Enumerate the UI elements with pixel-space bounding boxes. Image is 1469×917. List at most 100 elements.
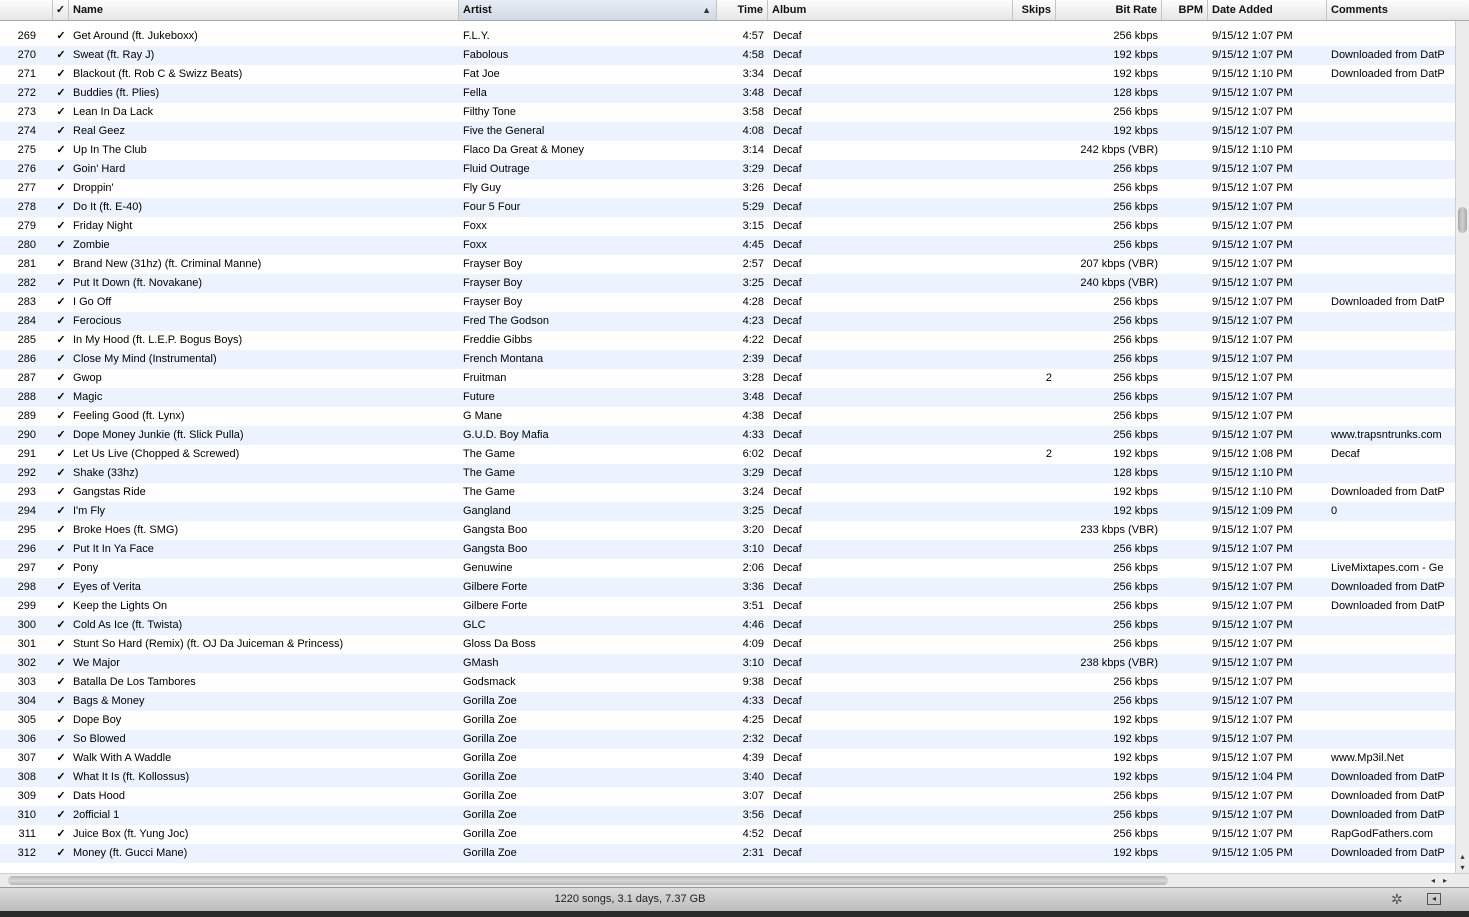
track-checkbox[interactable]: ✓ (53, 350, 69, 369)
table-row[interactable]: 309 ✓ Dats Hood Gorilla Zoe 3:07 Decaf 256 kbp… (0, 787, 1455, 806)
column-header-number[interactable] (0, 0, 53, 20)
track-checkbox[interactable]: ✓ (53, 806, 69, 825)
table-row[interactable]: 277 ✓ Droppin' Fly Guy 3:26 Decaf 256 kbps 9/15… (0, 179, 1455, 198)
table-row[interactable]: 283 ✓ I Go Off Frayser Boy 4:28 Decaf 256 kbps… (0, 293, 1455, 312)
table-row[interactable]: 302 ✓ We Major GMash 3:10 Decaf 238 kbps (VBR)… (0, 654, 1455, 673)
table-row[interactable]: 296 ✓ Put It In Ya Face Gangsta Boo 3:10 Deca… (0, 540, 1455, 559)
table-row[interactable]: 285 ✓ In My Hood (ft. L.E.P. Bogus Boys) Fr… (0, 331, 1455, 350)
table-row[interactable]: 291 ✓ Let Us Live (Chopped & Screwed) The G… (0, 445, 1455, 464)
track-checkbox[interactable]: ✓ (53, 749, 69, 768)
track-checkbox[interactable]: ✓ (53, 730, 69, 749)
scroll-down-icon[interactable]: ▾ (1456, 862, 1469, 873)
track-checkbox[interactable]: ✓ (53, 217, 69, 236)
table-row[interactable]: 280 ✓ Zombie Foxx 4:45 Decaf 256 kbps 9/15/12 1… (0, 236, 1455, 255)
table-row[interactable]: 269 ✓ Get Around (ft. Jukeboxx) F.L.Y. 4:57 D… (0, 27, 1455, 46)
track-checkbox[interactable]: ✓ (53, 540, 69, 559)
column-header-date-added[interactable]: Date Added (1208, 0, 1327, 20)
table-row[interactable]: 273 ✓ Lean In Da Lack Filthy Tone 3:58 Decaf 2… (0, 103, 1455, 122)
track-checkbox[interactable]: ✓ (53, 597, 69, 616)
artwork-toggle-icon[interactable]: ◂ (1427, 893, 1441, 905)
track-checkbox[interactable]: ✓ (53, 445, 69, 464)
scroll-right-icon[interactable]: ▸ (1439, 874, 1451, 887)
table-row[interactable]: 275 ✓ Up In The Club Flaco Da Great & Money… (0, 141, 1455, 160)
table-row[interactable]: 304 ✓ Bags & Money Gorilla Zoe 4:33 Decaf 256 … (0, 692, 1455, 711)
table-row[interactable]: 276 ✓ Goin' Hard Fluid Outrage 3:29 Decaf 256 … (0, 160, 1455, 179)
table-row[interactable]: 305 ✓ Dope Boy Gorilla Zoe 4:25 Decaf 192 kbps… (0, 711, 1455, 730)
table-row[interactable]: 287 ✓ Gwop Fruitman 3:28 Decaf 2 256 kbps 9/15/1… (0, 369, 1455, 388)
table-row[interactable]: 308 ✓ What It Is (ft. Kollossus) Gorilla Zo… (0, 768, 1455, 787)
track-checkbox[interactable]: ✓ (53, 559, 69, 578)
track-checkbox[interactable]: ✓ (53, 103, 69, 122)
track-checkbox[interactable]: ✓ (53, 692, 69, 711)
table-row[interactable]: 299 ✓ Keep the Lights On Gilbere Forte 3:51 D… (0, 597, 1455, 616)
table-row[interactable]: 278 ✓ Do It (ft. E-40) Four 5 Four 5:29 Decaf… (0, 198, 1455, 217)
table-row[interactable]: 281 ✓ Brand New (31hz) (ft. Criminal Manne… (0, 255, 1455, 274)
track-checkbox[interactable]: ✓ (53, 407, 69, 426)
table-row[interactable]: 288 ✓ Magic Future 3:48 Decaf 256 kbps 9/15/12 … (0, 388, 1455, 407)
track-checkbox[interactable]: ✓ (53, 635, 69, 654)
scroll-left-icon[interactable]: ◂ (1427, 874, 1439, 887)
column-header-bit-rate[interactable]: Bit Rate (1056, 0, 1162, 20)
track-checkbox[interactable]: ✓ (53, 825, 69, 844)
column-header-check[interactable]: ✓ (53, 0, 69, 20)
vertical-scroll-thumb[interactable] (1458, 207, 1467, 233)
track-checkbox[interactable]: ✓ (53, 483, 69, 502)
column-header-name[interactable]: Name (69, 0, 459, 20)
track-checkbox[interactable]: ✓ (53, 464, 69, 483)
track-checkbox[interactable]: ✓ (53, 787, 69, 806)
table-row[interactable]: 284 ✓ Ferocious Fred The Godson 4:23 Decaf 256… (0, 312, 1455, 331)
scroll-up-icon[interactable]: ▴ (1456, 851, 1469, 862)
column-header-comments[interactable]: Comments (1327, 0, 1455, 20)
track-checkbox[interactable]: ✓ (53, 578, 69, 597)
track-checkbox[interactable]: ✓ (53, 65, 69, 84)
track-checkbox[interactable]: ✓ (53, 502, 69, 521)
table-row[interactable]: 307 ✓ Walk With A Waddle Gorilla Zoe 4:39 Dec… (0, 749, 1455, 768)
gear-icon[interactable]: ✲ (1391, 891, 1403, 908)
vertical-scrollbar[interactable]: ▴ ▾ (1455, 21, 1469, 873)
table-row[interactable]: 295 ✓ Broke Hoes (ft. SMG) Gangsta Boo 3:20 D… (0, 521, 1455, 540)
track-checkbox[interactable]: ✓ (53, 141, 69, 160)
table-row[interactable]: 286 ✓ Close My Mind (Instrumental) French M… (0, 350, 1455, 369)
track-checkbox[interactable]: ✓ (53, 179, 69, 198)
table-row[interactable]: 271 ✓ Blackout (ft. Rob C & Swizz Beats) Fa… (0, 65, 1455, 84)
track-checkbox[interactable]: ✓ (53, 768, 69, 787)
table-row[interactable]: 274 ✓ Real Geez Five the General 4:08 Decaf 19… (0, 122, 1455, 141)
table-row[interactable]: 310 ✓ 2official 1 Gorilla Zoe 3:56 Decaf 256 k… (0, 806, 1455, 825)
track-checkbox[interactable]: ✓ (53, 331, 69, 350)
track-checkbox[interactable]: ✓ (53, 654, 69, 673)
track-checkbox[interactable]: ✓ (53, 84, 69, 103)
table-row[interactable]: 294 ✓ I'm Fly Gangland 3:25 Decaf 192 kbps 9/15… (0, 502, 1455, 521)
table-row[interactable]: 297 ✓ Pony Genuwine 2:06 Decaf 256 kbps 9/15/12… (0, 559, 1455, 578)
table-row[interactable]: 272 ✓ Buddies (ft. Plies) Fella 3:48 Decaf 128… (0, 84, 1455, 103)
track-checkbox[interactable]: ✓ (53, 293, 69, 312)
horizontal-scrollbar[interactable]: ◂ ▸ (0, 873, 1469, 887)
table-row[interactable]: 290 ✓ Dope Money Junkie (ft. Slick Pulla) G… (0, 426, 1455, 445)
track-checkbox[interactable]: ✓ (53, 46, 69, 65)
track-checkbox[interactable]: ✓ (53, 844, 69, 863)
table-row[interactable]: 311 ✓ Juice Box (ft. Yung Joc) Gorilla Zoe 4… (0, 825, 1455, 844)
track-checkbox[interactable]: ✓ (53, 198, 69, 217)
column-header-bpm[interactable]: BPM (1162, 0, 1208, 20)
column-header-time[interactable]: Time (717, 0, 768, 20)
table-row[interactable]: 292 ✓ Shake (33hz) The Game 3:29 Decaf 128 kbp… (0, 464, 1455, 483)
table-row[interactable]: 301 ✓ Stunt So Hard (Remix) (ft. OJ Da Jui… (0, 635, 1455, 654)
table-row[interactable]: 298 ✓ Eyes of Verita Gilbere Forte 3:36 Decaf… (0, 578, 1455, 597)
track-checkbox[interactable]: ✓ (53, 312, 69, 331)
track-checkbox[interactable]: ✓ (53, 388, 69, 407)
horizontal-scroll-thumb[interactable] (8, 876, 1168, 885)
table-row[interactable]: 300 ✓ Cold As Ice (ft. Twista) GLC 4:46 Decaf… (0, 616, 1455, 635)
column-header-skips[interactable]: Skips (1013, 0, 1056, 20)
track-checkbox[interactable]: ✓ (53, 255, 69, 274)
table-row[interactable]: 306 ✓ So Blowed Gorilla Zoe 2:32 Decaf 192 kbp… (0, 730, 1455, 749)
track-checkbox[interactable]: ✓ (53, 616, 69, 635)
track-checkbox[interactable]: ✓ (53, 711, 69, 730)
track-checkbox[interactable]: ✓ (53, 160, 69, 179)
track-list[interactable]: 269 ✓ Get Around (ft. Jukeboxx) F.L.Y. 4:57 D… (0, 21, 1455, 873)
column-header-album[interactable]: Album (768, 0, 1013, 20)
track-checkbox[interactable]: ✓ (53, 521, 69, 540)
track-checkbox[interactable]: ✓ (53, 369, 69, 388)
table-row[interactable]: 293 ✓ Gangstas Ride The Game 3:24 Decaf 192 kb… (0, 483, 1455, 502)
track-checkbox[interactable]: ✓ (53, 426, 69, 445)
track-checkbox[interactable]: ✓ (53, 673, 69, 692)
track-checkbox[interactable]: ✓ (53, 274, 69, 293)
